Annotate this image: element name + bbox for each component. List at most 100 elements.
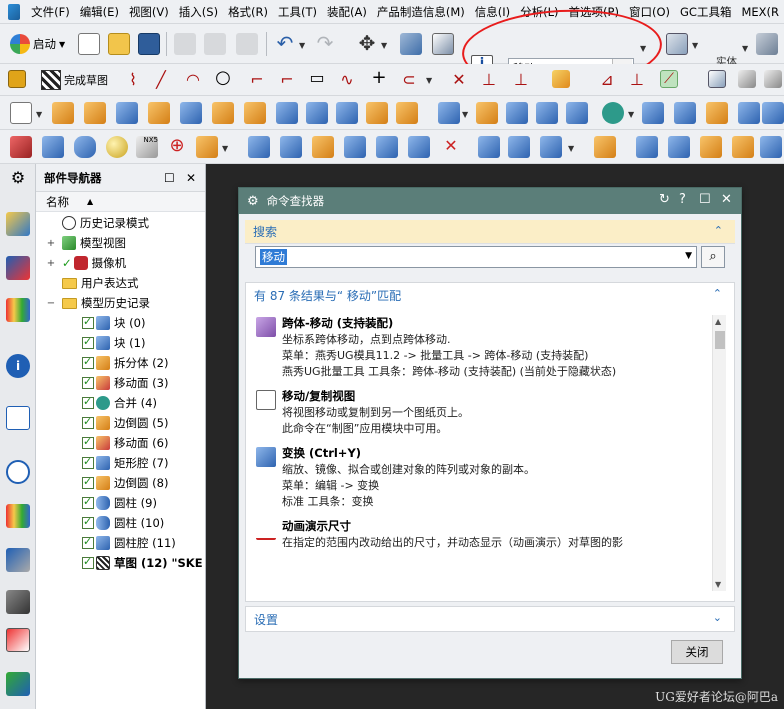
patch-icon[interactable] <box>196 136 218 158</box>
visibility-checkbox[interactable] <box>82 395 94 409</box>
visibility-checkbox[interactable] <box>82 535 94 549</box>
cube-icon[interactable] <box>42 136 64 158</box>
copy-face-icon[interactable] <box>478 136 500 158</box>
tree-item-feature[interactable]: 圆柱 (9) <box>36 493 205 513</box>
finder-search-input[interactable]: 移动 ▼ <box>255 246 697 268</box>
tree-item-user-expressions[interactable]: 用户表达式 <box>36 273 205 293</box>
tree-item-feature[interactable]: 移动面 (3) <box>36 373 205 393</box>
gear-icon[interactable]: ⚙ <box>247 194 259 209</box>
edit-parameters-icon[interactable] <box>10 136 32 158</box>
delete-face-x-icon[interactable]: ✕ <box>440 136 462 158</box>
geometric-constraint-icon[interactable]: ⊿ <box>598 70 616 89</box>
chevron-down-icon[interactable]: ▼ <box>426 76 432 85</box>
finish-sketch-button[interactable]: 完成草图 <box>41 70 108 90</box>
history-clock-icon[interactable] <box>6 460 30 484</box>
search-section-header[interactable]: 搜索 ⌃ <box>245 220 735 244</box>
chevron-up-icon[interactable]: ⌃ <box>713 287 722 300</box>
web-browser-icon[interactable] <box>6 504 30 528</box>
intersect-icon[interactable] <box>566 102 588 124</box>
search-icon[interactable]: ⌕ <box>701 246 725 268</box>
menu-information[interactable]: 信息(I) <box>470 4 515 20</box>
split-body-icon[interactable] <box>706 102 728 124</box>
close-icon[interactable]: ✕ <box>721 192 732 207</box>
hole-icon[interactable] <box>306 102 328 124</box>
menu-pmi[interactable]: 产品制造信息(M) <box>372 4 470 20</box>
make-coplanar-icon[interactable] <box>668 136 690 158</box>
tree-item-feature[interactable]: 矩形腔 (7) <box>36 453 205 473</box>
start-button[interactable]: 启动 ▼ <box>10 34 65 54</box>
settings-section-header[interactable]: 设置 ⌄ <box>246 607 734 631</box>
assembly-navigator-icon[interactable] <box>6 212 30 236</box>
paste-icon[interactable] <box>236 33 258 55</box>
mirror-icon[interactable] <box>642 102 664 124</box>
line-icon[interactable]: ╱ <box>152 70 170 89</box>
part-navigator-icon[interactable] <box>6 298 30 322</box>
scroll-up-icon[interactable]: ▲ <box>715 317 721 326</box>
book-icon[interactable] <box>674 102 696 124</box>
resize-blend-icon[interactable] <box>312 136 334 158</box>
chevron-down-icon[interactable]: ▼ <box>628 110 634 119</box>
chevron-down-icon[interactable]: ▼ <box>685 251 692 261</box>
undo-icon[interactable]: ↶ <box>274 33 296 55</box>
menu-assembly[interactable]: 装配(A) <box>322 4 372 20</box>
chevron-down-icon[interactable]: ▼ <box>640 44 646 53</box>
chevron-down-icon[interactable]: ▼ <box>742 44 748 53</box>
expand-icon[interactable]: + <box>46 258 56 269</box>
reset-icon[interactable]: ↻ <box>659 192 670 207</box>
extrude-icon[interactable] <box>52 102 74 124</box>
menu-insert[interactable]: 插入(S) <box>174 4 223 20</box>
tree-item-feature[interactable]: 移动面 (6) <box>36 433 205 453</box>
visibility-checkbox[interactable] <box>82 555 94 569</box>
chevron-down-icon[interactable]: ⌄ <box>713 611 722 624</box>
make-corner-icon[interactable]: ⊥ <box>512 70 530 89</box>
system-materials-icon[interactable] <box>6 590 30 614</box>
make-symmetric-icon[interactable] <box>760 136 782 158</box>
pad-icon[interactable] <box>212 102 234 124</box>
circle-icon[interactable]: ○ <box>214 69 232 88</box>
arc-icon[interactable]: ◠ <box>184 70 202 89</box>
tree-item-cameras[interactable]: + ✓ 摄像机 <box>36 253 205 273</box>
results-section-header[interactable]: 有 87 条结果与“ 移动”匹配 ⌃ <box>246 283 734 307</box>
cut-icon[interactable] <box>174 33 196 55</box>
chevron-up-icon[interactable]: ⌃ <box>714 224 723 237</box>
visibility-checkbox[interactable] <box>82 495 94 509</box>
visibility-checkbox[interactable] <box>82 415 94 429</box>
sphere-icon[interactable] <box>106 136 128 158</box>
quick-trim-icon[interactable]: ✕ <box>450 70 468 89</box>
scroll-down-icon[interactable]: ▼ <box>715 580 721 589</box>
visibility-checkbox[interactable] <box>82 315 94 329</box>
results-scrollbar[interactable]: ▲ ▼ <box>712 315 726 591</box>
tree-item-model-history[interactable]: − 模型历史记录 <box>36 293 205 313</box>
paste-face-icon[interactable] <box>508 136 530 158</box>
visibility-checkbox[interactable] <box>82 375 94 389</box>
chamfer-icon[interactable]: ⌐ <box>278 70 296 89</box>
constraint-navigator-icon[interactable] <box>6 256 30 280</box>
chevron-down-icon[interactable]: ▼ <box>692 41 698 50</box>
expand-icon[interactable]: + <box>46 238 56 249</box>
tree-item-feature[interactable]: 块 (0) <box>36 313 205 333</box>
open-folder-icon[interactable] <box>108 33 130 55</box>
revolve-icon[interactable] <box>84 102 106 124</box>
maximize-icon[interactable]: ☐ <box>164 171 175 185</box>
close-icon[interactable]: ✕ <box>186 171 196 185</box>
chevron-down-icon[interactable]: ▼ <box>462 110 468 119</box>
studio-spline-icon[interactable]: ∿ <box>338 70 356 89</box>
emboss-icon[interactable] <box>366 102 388 124</box>
collapse-icon[interactable]: − <box>46 298 56 309</box>
tree-item-feature[interactable]: 块 (1) <box>36 333 205 353</box>
result-item[interactable]: 动画演示尺寸 在指定的范围内改动给出的尺寸，并动态显示（动画演示）对草图的影 <box>254 518 702 551</box>
process-studio-icon[interactable] <box>6 628 30 652</box>
sketch-icon[interactable] <box>8 70 26 88</box>
help-icon[interactable]: ? <box>679 192 686 207</box>
dimension-icon[interactable]: ⊥ <box>628 70 646 89</box>
layer-icon[interactable] <box>432 33 454 55</box>
tree-item-feature[interactable]: 草图 (12) "SKE <box>36 553 205 573</box>
offset-face-icon[interactable] <box>762 102 784 124</box>
menu-tools[interactable]: 工具(T) <box>273 4 322 20</box>
dialog-title-bar[interactable]: ⚙ 命令查找器 ↻ ? ☐ ✕ <box>239 188 741 214</box>
hd3d-tools-icon[interactable] <box>6 406 30 430</box>
tree-item-feature[interactable]: 拆分体 (2) <box>36 353 205 373</box>
menu-gc-toolbox[interactable]: GC工具箱 <box>675 4 736 20</box>
chevron-down-icon[interactable]: ▼ <box>568 144 574 153</box>
visibility-checkbox[interactable] <box>82 475 94 489</box>
